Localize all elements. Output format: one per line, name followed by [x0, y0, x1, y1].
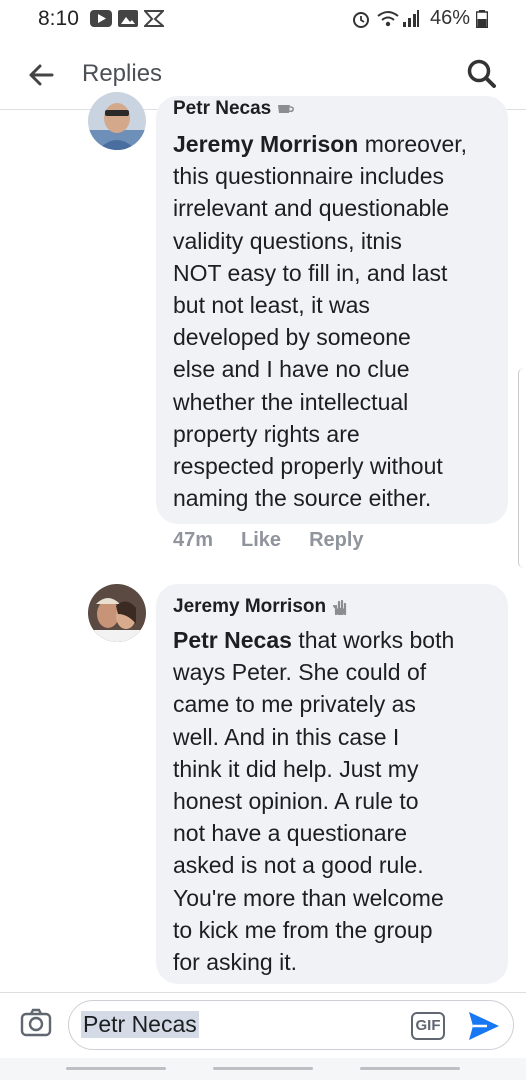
alarm-icon [353, 12, 369, 28]
gallery-icon [118, 10, 138, 27]
search-icon[interactable] [466, 58, 498, 90]
avatar-jeremy-morrison[interactable] [88, 584, 146, 642]
comment-author[interactable]: Jeremy Morrison [173, 596, 326, 618]
nav-recent-pill[interactable] [66, 1067, 166, 1070]
gif-button[interactable]: GIF [411, 1012, 445, 1040]
wave-badge-icon [333, 599, 347, 616]
comment-text: Jeremy Morrison moreover, this questionn… [173, 131, 468, 512]
reply-button[interactable]: Reply [309, 529, 363, 552]
avatar-petr-necas[interactable] [88, 92, 146, 150]
youtube-icon [90, 10, 112, 27]
comment-actions: 47m Like Reply [173, 529, 364, 552]
status-time: 8:10 [38, 7, 79, 30]
battery-icon [476, 10, 488, 28]
wifi-icon [377, 11, 399, 27]
scroll-handle[interactable] [518, 368, 526, 568]
coffee-badge-icon [278, 105, 295, 113]
reply-input-value[interactable]: Petr Necas [81, 1011, 199, 1038]
mention-link[interactable]: Petr Necas [173, 627, 292, 653]
battery-percent: 46% [429, 7, 470, 29]
status-bar: 8:10 46% [0, 0, 526, 38]
nav-home-pill[interactable] [213, 1067, 313, 1070]
comment-text: Petr Necas that works both ways Peter. S… [173, 627, 455, 976]
comment-timestamp: 47m [173, 529, 214, 551]
arrow-left-icon[interactable] [26, 60, 56, 90]
page-title: Replies [82, 60, 163, 87]
signal-icon [403, 10, 419, 27]
like-button[interactable]: Like [241, 529, 281, 552]
reply-input[interactable]: Petr Necas GIF [68, 1000, 514, 1050]
comment-bubble[interactable]: Petr Necas Jeremy Morrison moreover, thi… [156, 96, 508, 524]
comment-bubble[interactable]: Jeremy Morrison Petr Necas that works bo… [156, 584, 508, 984]
notification-icon [144, 10, 164, 27]
mention-link[interactable]: Jeremy Morrison [173, 131, 358, 157]
nav-back-pill[interactable] [360, 1067, 460, 1070]
comment-author[interactable]: Petr Necas [173, 98, 271, 120]
system-nav-bar [0, 1058, 526, 1080]
send-icon[interactable] [467, 1010, 501, 1042]
reply-composer: Petr Necas GIF [0, 992, 526, 1058]
camera-icon[interactable] [20, 1007, 52, 1039]
